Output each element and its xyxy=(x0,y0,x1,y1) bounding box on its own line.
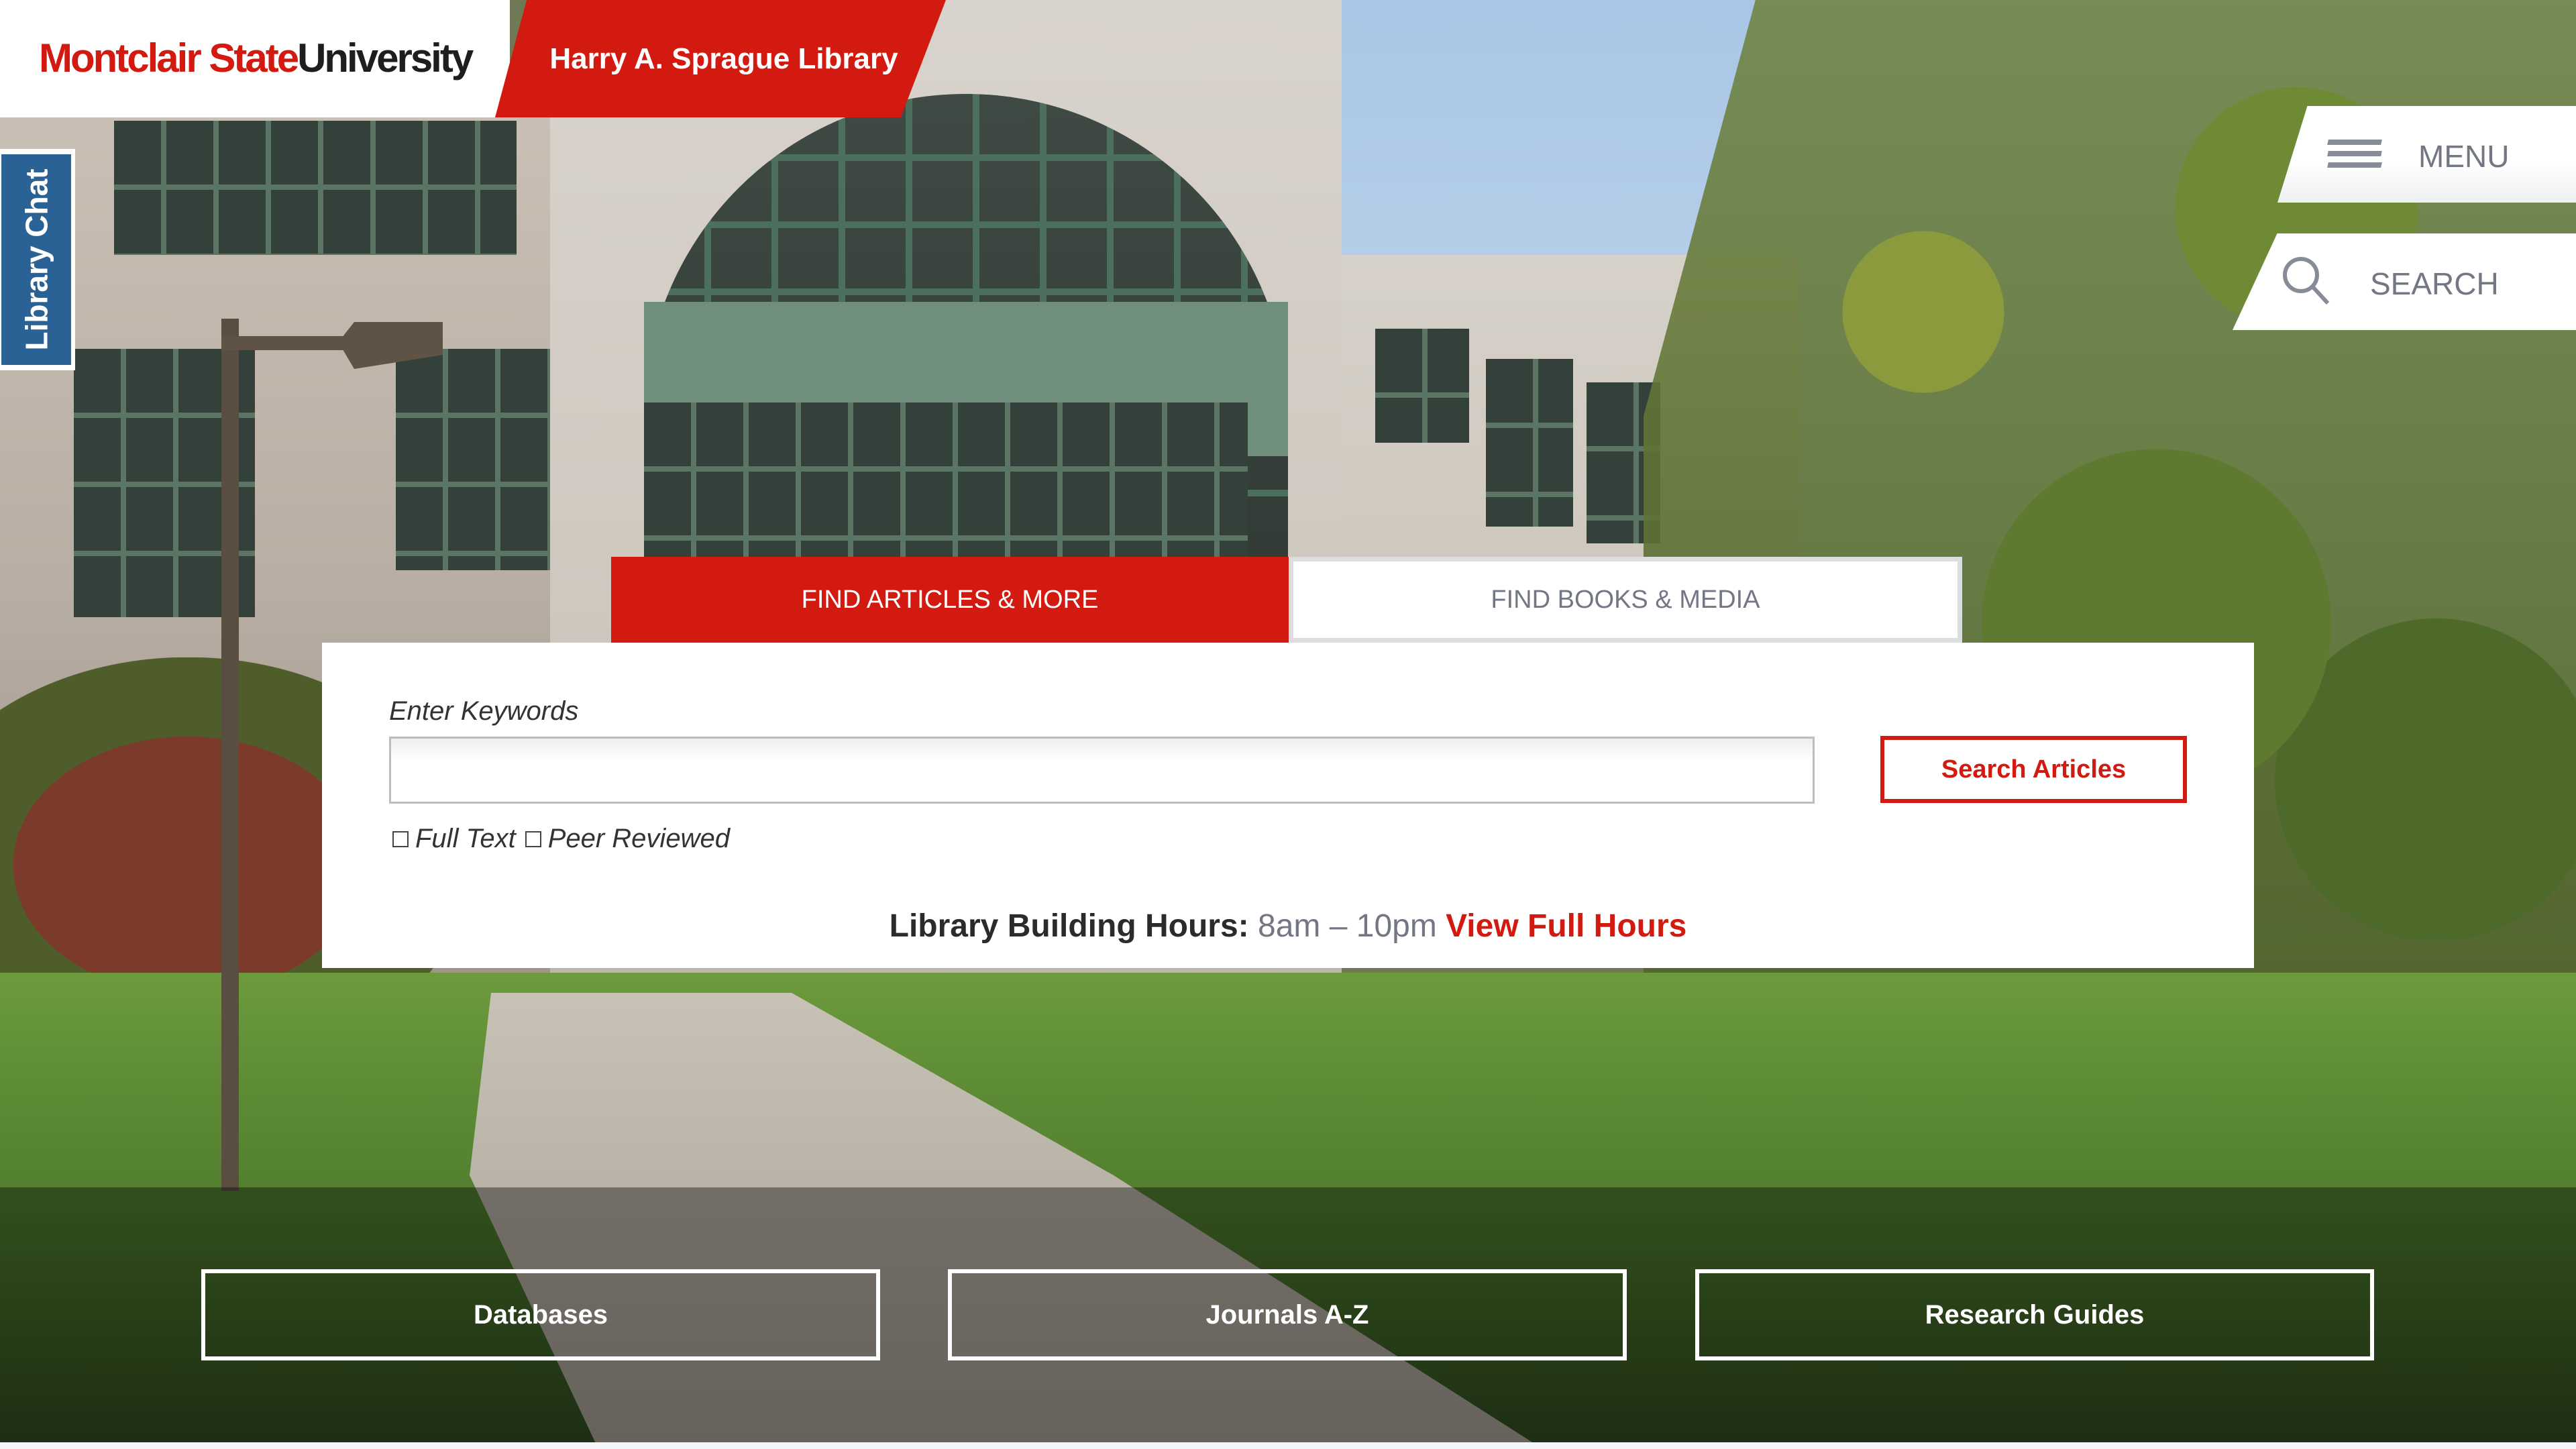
peer-reviewed-filter[interactable]: Peer Reviewed xyxy=(525,824,730,854)
logo-text-red: Montclair State xyxy=(39,36,299,80)
search-articles-button[interactable]: Search Articles xyxy=(1880,736,2187,803)
search-icon xyxy=(2283,257,2330,305)
hours-label: Library Building Hours: xyxy=(889,908,1249,944)
building-window xyxy=(644,402,1248,557)
library-chat-tab[interactable]: Library Chat xyxy=(0,149,75,370)
site-search-button[interactable]: SEARCH xyxy=(2233,233,2576,330)
peer-reviewed-checkbox[interactable] xyxy=(525,830,541,847)
tab-label: FIND ARTICLES & MORE xyxy=(801,585,1099,614)
lamp-post xyxy=(221,319,239,1191)
building-window xyxy=(1486,359,1573,527)
research-guides-button[interactable]: Research Guides xyxy=(1695,1269,2374,1360)
hamburger-icon xyxy=(2327,140,2382,168)
bottom-strip xyxy=(0,1442,2576,1449)
logo-text-dark: University xyxy=(297,36,474,80)
search-filters: Full Text Peer Reviewed xyxy=(392,824,730,854)
tab-label: FIND BOOKS & MEDIA xyxy=(1491,585,1760,614)
menu-label: MENU xyxy=(2418,139,2510,174)
quick-link-label: Databases xyxy=(473,1299,608,1330)
keywords-input[interactable] xyxy=(389,737,1815,804)
view-full-hours-link[interactable]: View Full Hours xyxy=(1446,908,1686,944)
quick-link-label: Journals A-Z xyxy=(1205,1299,1369,1330)
library-name-banner[interactable]: Harry A. Sprague Library xyxy=(495,0,946,117)
library-chat-label: Library Chat xyxy=(19,168,54,351)
quick-link-label: Research Guides xyxy=(1925,1299,2145,1330)
building-window xyxy=(1375,329,1469,443)
databases-button[interactable]: Databases xyxy=(201,1269,880,1360)
peer-reviewed-label: Peer Reviewed xyxy=(547,824,730,853)
library-chat-button[interactable]: Library Chat xyxy=(1,154,71,365)
library-name: Harry A. Sprague Library xyxy=(549,42,898,75)
keywords-label: Enter Keywords xyxy=(389,696,579,726)
full-text-label: Full Text xyxy=(415,824,516,853)
site-header: Montclair StateUniversity xyxy=(0,0,510,117)
tab-find-books[interactable]: FIND BOOKS & MEDIA xyxy=(1289,557,1962,643)
search-label: SEARCH xyxy=(2370,266,2499,301)
tab-find-articles[interactable]: FIND ARTICLES & MORE xyxy=(611,557,1289,657)
hours-time: 8am – 10pm xyxy=(1258,908,1437,944)
building-window xyxy=(396,349,557,570)
search-panel: Enter Keywords Search Articles Full Text… xyxy=(322,643,2254,968)
library-hours: Library Building Hours: 8am – 10pm View … xyxy=(322,908,2254,945)
building-window xyxy=(114,121,517,255)
full-text-checkbox[interactable] xyxy=(392,830,409,847)
journals-az-button[interactable]: Journals A-Z xyxy=(948,1269,1627,1360)
university-logo[interactable]: Montclair StateUniversity xyxy=(39,35,474,81)
full-text-filter[interactable]: Full Text xyxy=(392,824,516,854)
menu-button[interactable]: MENU xyxy=(2277,106,2576,203)
